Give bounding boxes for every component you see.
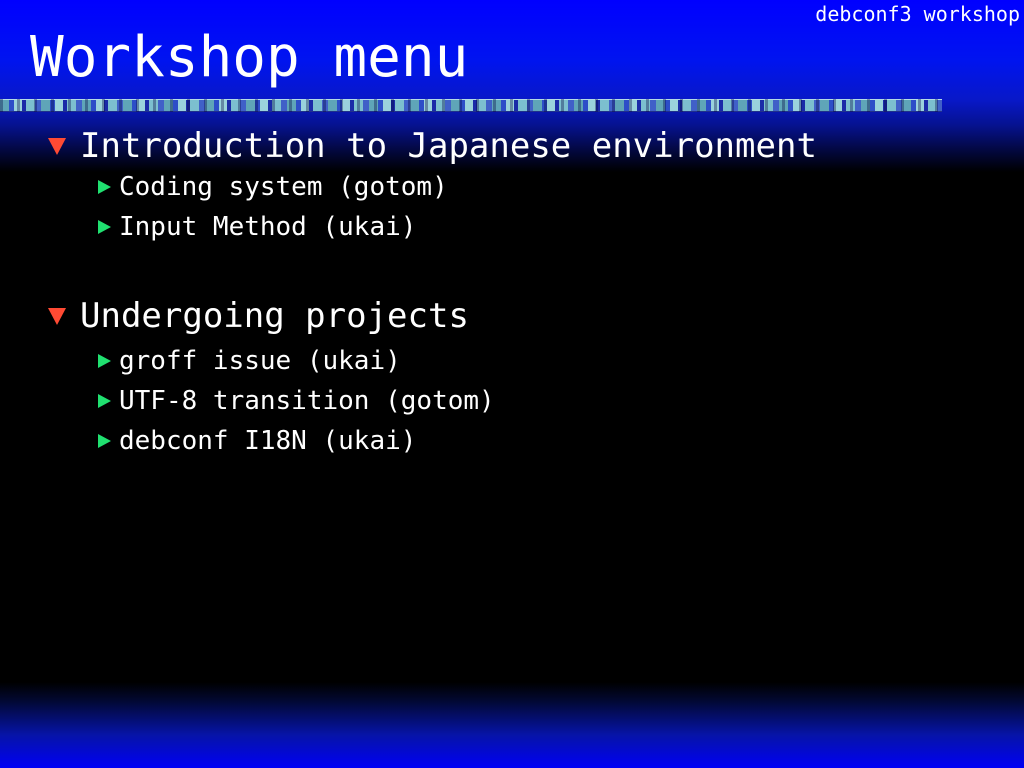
list-item-utf8-transition: UTF-8 transition (gotom) xyxy=(98,385,495,417)
list-item-label: Input Method (ukai) xyxy=(119,212,417,242)
decorative-divider xyxy=(0,99,942,112)
list-item-label: UTF-8 transition (gotom) xyxy=(119,386,495,416)
section-heading-introduction: Introduction to Japanese environment xyxy=(48,126,817,166)
slide-title: Workshop menu xyxy=(30,25,469,90)
list-item-debconf-i18n: debconf I18N (ukai) xyxy=(98,425,416,457)
list-item-input-method: Input Method (ukai) xyxy=(98,211,416,243)
triangle-right-icon xyxy=(98,354,111,368)
section-label: Introduction to Japanese environment xyxy=(80,126,817,166)
list-item-label: Coding system (gotom) xyxy=(119,172,448,202)
triangle-right-icon xyxy=(98,180,111,194)
triangle-right-icon xyxy=(98,394,111,408)
header-caption: debconf3 workshop xyxy=(815,2,1020,26)
list-item-coding-system: Coding system (gotom) xyxy=(98,171,448,203)
triangle-right-icon xyxy=(98,220,111,234)
list-item-label: groff issue (ukai) xyxy=(119,346,401,376)
triangle-down-icon xyxy=(48,137,66,155)
section-heading-undergoing-projects: Undergoing projects xyxy=(48,296,469,336)
section-label: Undergoing projects xyxy=(80,296,469,336)
list-item-groff-issue: groff issue (ukai) xyxy=(98,345,401,377)
slide: debconf3 workshop Workshop menu Introduc… xyxy=(0,0,1024,768)
triangle-right-icon xyxy=(98,434,111,448)
triangle-down-icon xyxy=(48,307,66,325)
list-item-label: debconf I18N (ukai) xyxy=(119,426,417,456)
